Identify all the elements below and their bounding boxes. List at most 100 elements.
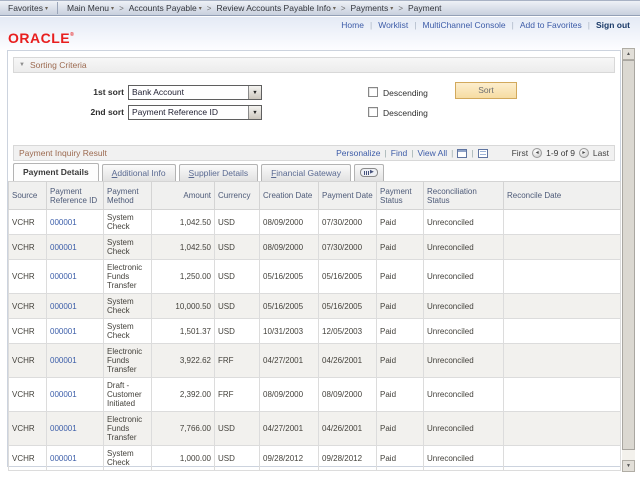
cell-payment-method: System Check: [104, 319, 152, 344]
show-all-columns-tab[interactable]: ▶: [354, 164, 384, 181]
cell-amount: 1,250.00: [152, 260, 215, 294]
cell-creation-date: 08/09/2000: [260, 210, 319, 235]
breadcrumb-item-accounts-payable[interactable]: Accounts Payable▾: [129, 3, 202, 13]
scroll-down-icon[interactable]: ▼: [622, 460, 635, 472]
separator: |: [451, 148, 453, 158]
view-all-link[interactable]: View All: [418, 148, 448, 158]
breadcrumb-separator: >: [119, 4, 124, 13]
cell-currency: FRF: [215, 344, 260, 378]
cell-reconciliation-status: Unreconciled: [424, 235, 504, 260]
cell-source: VCHR: [9, 344, 47, 378]
scroll-up-icon[interactable]: ▲: [622, 48, 635, 60]
grid-tabs: Payment DetailsAdditional InfoSupplier D…: [13, 163, 387, 181]
breadcrumb-favorites[interactable]: Favorites▾: [8, 3, 48, 13]
breadcrumb-separator: >: [207, 4, 212, 13]
header-link-add-to-favorites[interactable]: Add to Favorites: [520, 20, 582, 30]
cell-payment-date: 08/09/2000: [319, 378, 377, 412]
descending-checkbox-2[interactable]: [368, 107, 378, 117]
breadcrumb-divider: [57, 2, 58, 14]
cell-payment-method: System Check: [104, 210, 152, 235]
cell-source: VCHR: [9, 235, 47, 260]
cell-payment-date: 04/26/2001: [319, 412, 377, 446]
download-spreadsheet-icon[interactable]: [478, 149, 488, 158]
payment-reference-link[interactable]: 000001: [50, 390, 77, 399]
cell-currency: USD: [215, 260, 260, 294]
sorting-criteria-title: Sorting Criteria: [30, 60, 87, 70]
find-link[interactable]: Find: [391, 148, 408, 158]
tab-supplier-details[interactable]: Supplier Details: [179, 164, 259, 181]
personalize-link[interactable]: Personalize: [336, 148, 380, 158]
cell-creation-date: 05/16/2005: [260, 260, 319, 294]
cell-source: VCHR: [9, 210, 47, 235]
cell-currency: USD: [215, 235, 260, 260]
header-link-worklist[interactable]: Worklist: [378, 20, 408, 30]
cell-reconcile-date: [504, 446, 621, 471]
second-sort-select[interactable]: Payment Reference ID ▼: [128, 105, 262, 120]
tab-payment-details[interactable]: Payment Details: [13, 163, 99, 181]
chevron-down-icon: ▾: [199, 6, 202, 12]
separator: |: [385, 148, 387, 158]
payment-reference-link[interactable]: 000001: [50, 243, 77, 252]
breadcrumb: Favorites▾ Main Menu▾ > Accounts Payable▾ >…: [0, 0, 640, 16]
sort-button[interactable]: Sort: [455, 82, 517, 99]
cell-currency: USD: [215, 294, 260, 319]
cell-payment-method: System Check: [104, 294, 152, 319]
cell-payment-reference-id: 000001: [47, 344, 104, 378]
column-header-payment-reference-id: Payment Reference ID: [47, 182, 104, 210]
previous-page-icon[interactable]: ◂: [532, 148, 542, 158]
cell-reconcile-date: [504, 412, 621, 446]
separator: |: [370, 20, 372, 30]
cell-payment-method: Electronic Funds Transfer: [104, 412, 152, 446]
separator: |: [512, 20, 514, 30]
payment-reference-link[interactable]: 000001: [50, 218, 77, 227]
cell-payment-method: System Check: [104, 446, 152, 471]
signout-link[interactable]: Sign out: [596, 20, 630, 30]
separator: |: [471, 148, 473, 158]
column-header-currency: Currency: [215, 182, 260, 210]
collapse-section-icon[interactable]: ▼: [19, 62, 25, 68]
breadcrumb-item-payment[interactable]: Payment: [408, 3, 442, 13]
breadcrumb-item-main-menu[interactable]: Main Menu▾: [67, 3, 114, 13]
cell-reconcile-date: [504, 210, 621, 235]
first-page-link[interactable]: First: [512, 148, 529, 158]
zoom-grid-icon[interactable]: [457, 149, 467, 158]
breadcrumb-item-review-accounts-payable-info[interactable]: Review Accounts Payable Info▾: [216, 3, 335, 13]
payment-reference-link[interactable]: 000001: [50, 272, 77, 281]
next-page-icon[interactable]: ▸: [579, 148, 589, 158]
tab-financial-gateway[interactable]: Financial Gateway: [261, 164, 351, 181]
first-sort-select[interactable]: Bank Account ▼: [128, 85, 262, 100]
table-header-row: SourcePayment Reference IDPayment Method…: [9, 182, 621, 210]
chevron-down-icon: ▾: [333, 6, 336, 12]
payment-reference-link[interactable]: 000001: [50, 454, 77, 463]
cell-payment-method: Draft - Customer Initiated: [104, 378, 152, 412]
payment-reference-link[interactable]: 000001: [50, 356, 77, 365]
payment-reference-link[interactable]: 000001: [50, 302, 77, 311]
vertical-scrollbar[interactable]: ▲ ▼: [622, 48, 635, 472]
descending-label-1: Descending: [383, 88, 428, 98]
cell-amount: 1,042.50: [152, 235, 215, 260]
descending-checkbox-1[interactable]: [368, 87, 378, 97]
descending-label-2: Descending: [383, 108, 428, 118]
oracle-logo-text: ORACLE: [8, 30, 70, 46]
cell-creation-date: 09/28/2012: [260, 446, 319, 471]
dropdown-arrow-icon[interactable]: ▼: [248, 86, 261, 99]
header-link-multichannel-console[interactable]: MultiChannel Console: [423, 20, 506, 30]
cell-reconcile-date: [504, 344, 621, 378]
header-link-home[interactable]: Home: [341, 20, 364, 30]
dropdown-arrow-icon[interactable]: ▼: [248, 106, 261, 119]
first-sort-label: 1st sort: [8, 87, 124, 97]
tab-additional-info[interactable]: Additional Info: [102, 164, 176, 181]
second-sort-label: 2nd sort: [8, 107, 124, 117]
cell-payment-status: Paid: [377, 294, 424, 319]
cell-reconciliation-status: Unreconciled: [424, 412, 504, 446]
cell-reconciliation-status: Unreconciled: [424, 294, 504, 319]
cell-payment-date: 07/30/2000: [319, 210, 377, 235]
table-row: VCHR000001Electronic Funds Transfer1,250…: [9, 260, 621, 294]
scrollbar-thumb[interactable]: [622, 60, 635, 450]
breadcrumb-item-payments[interactable]: Payments▾: [351, 3, 394, 13]
payment-reference-link[interactable]: 000001: [50, 327, 77, 336]
payment-reference-link[interactable]: 000001: [50, 424, 77, 433]
cell-payment-status: Paid: [377, 319, 424, 344]
last-page-link[interactable]: Last: [593, 148, 609, 158]
cell-amount: 7,766.00: [152, 412, 215, 446]
